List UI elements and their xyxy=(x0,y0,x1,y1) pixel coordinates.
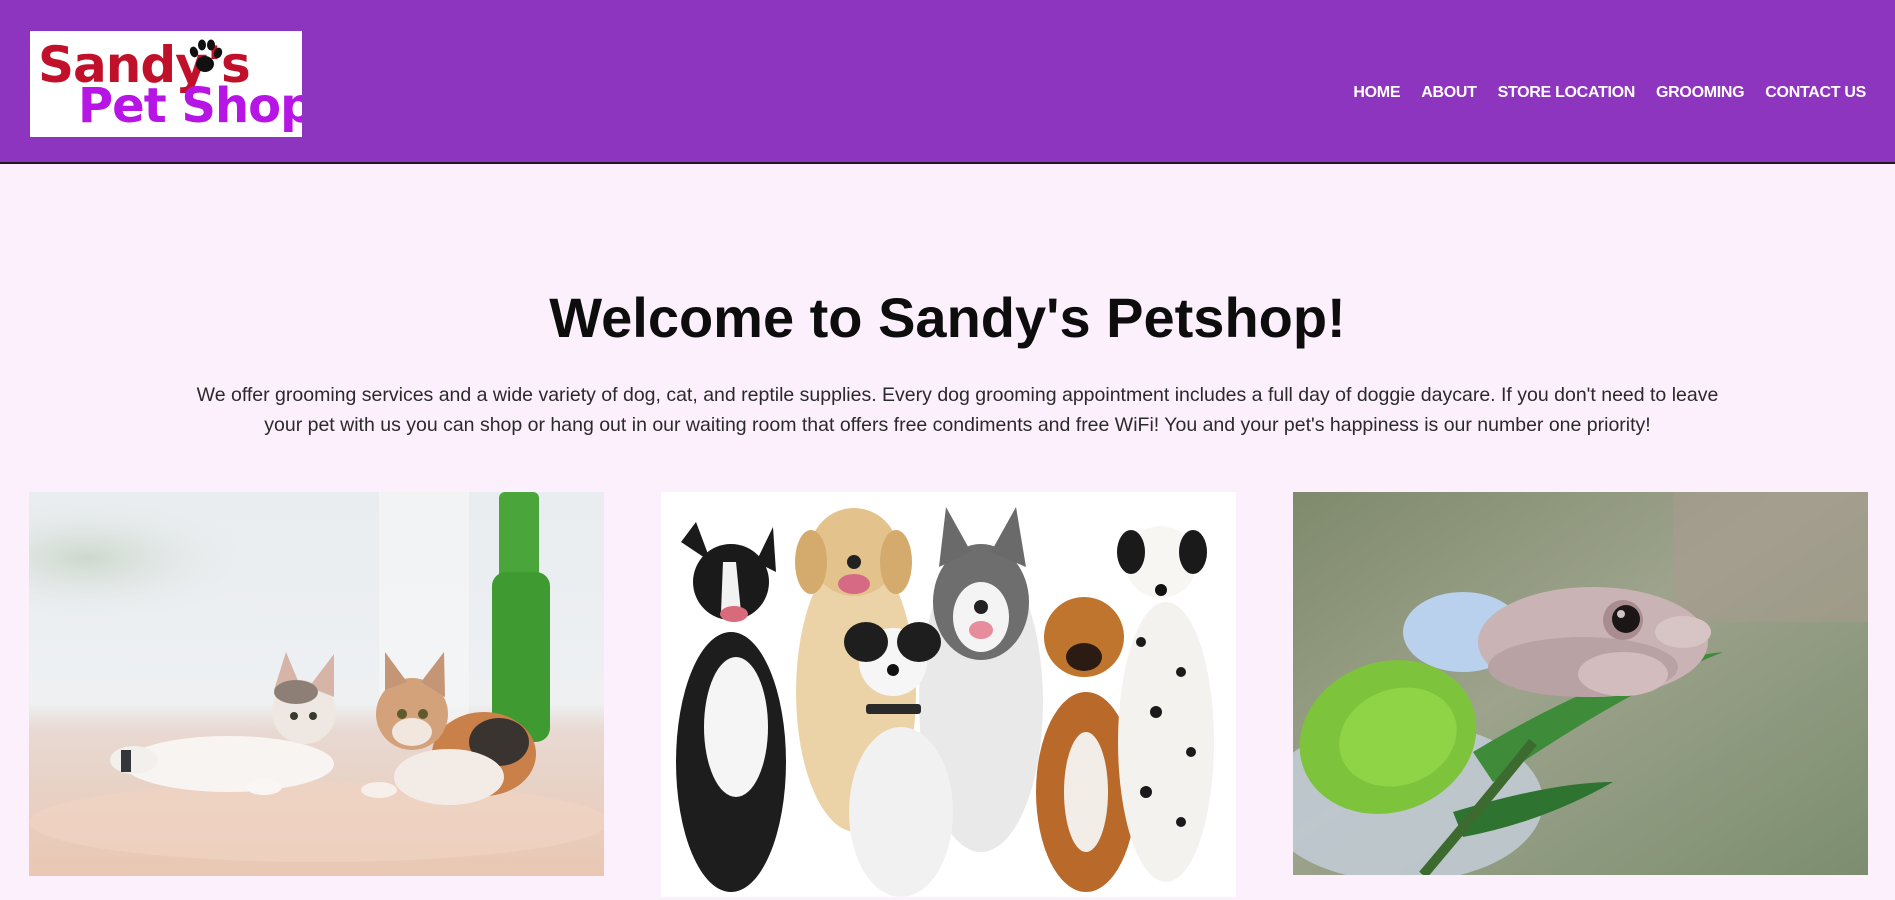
nav-about[interactable]: ABOUT xyxy=(1421,84,1477,102)
intro-paragraph: We offer grooming services and a wide va… xyxy=(196,384,1719,436)
logo-line2: Pet Shop xyxy=(78,78,302,134)
nav-store-location[interactable]: STORE LOCATION xyxy=(1498,84,1636,102)
nav-grooming[interactable]: GROOMING xyxy=(1656,84,1745,102)
main-nav: HOME ABOUT STORE LOCATION GROOMING CONTA… xyxy=(1353,84,1866,102)
logo[interactable]: Sandy's Pet Shop xyxy=(30,31,302,137)
site-header: Sandy's Pet Shop HOME ABOUT STORE LOCATI… xyxy=(0,0,1895,164)
nav-contact-us[interactable]: CONTACT US xyxy=(1765,84,1866,102)
nav-home[interactable]: HOME xyxy=(1353,84,1400,102)
dogs-image xyxy=(661,492,1236,897)
frog-image xyxy=(1293,492,1868,875)
page-title: Welcome to Sandy's Petshop! xyxy=(549,286,1346,349)
paw-print-icon xyxy=(189,39,223,72)
kittens-image xyxy=(29,492,604,876)
